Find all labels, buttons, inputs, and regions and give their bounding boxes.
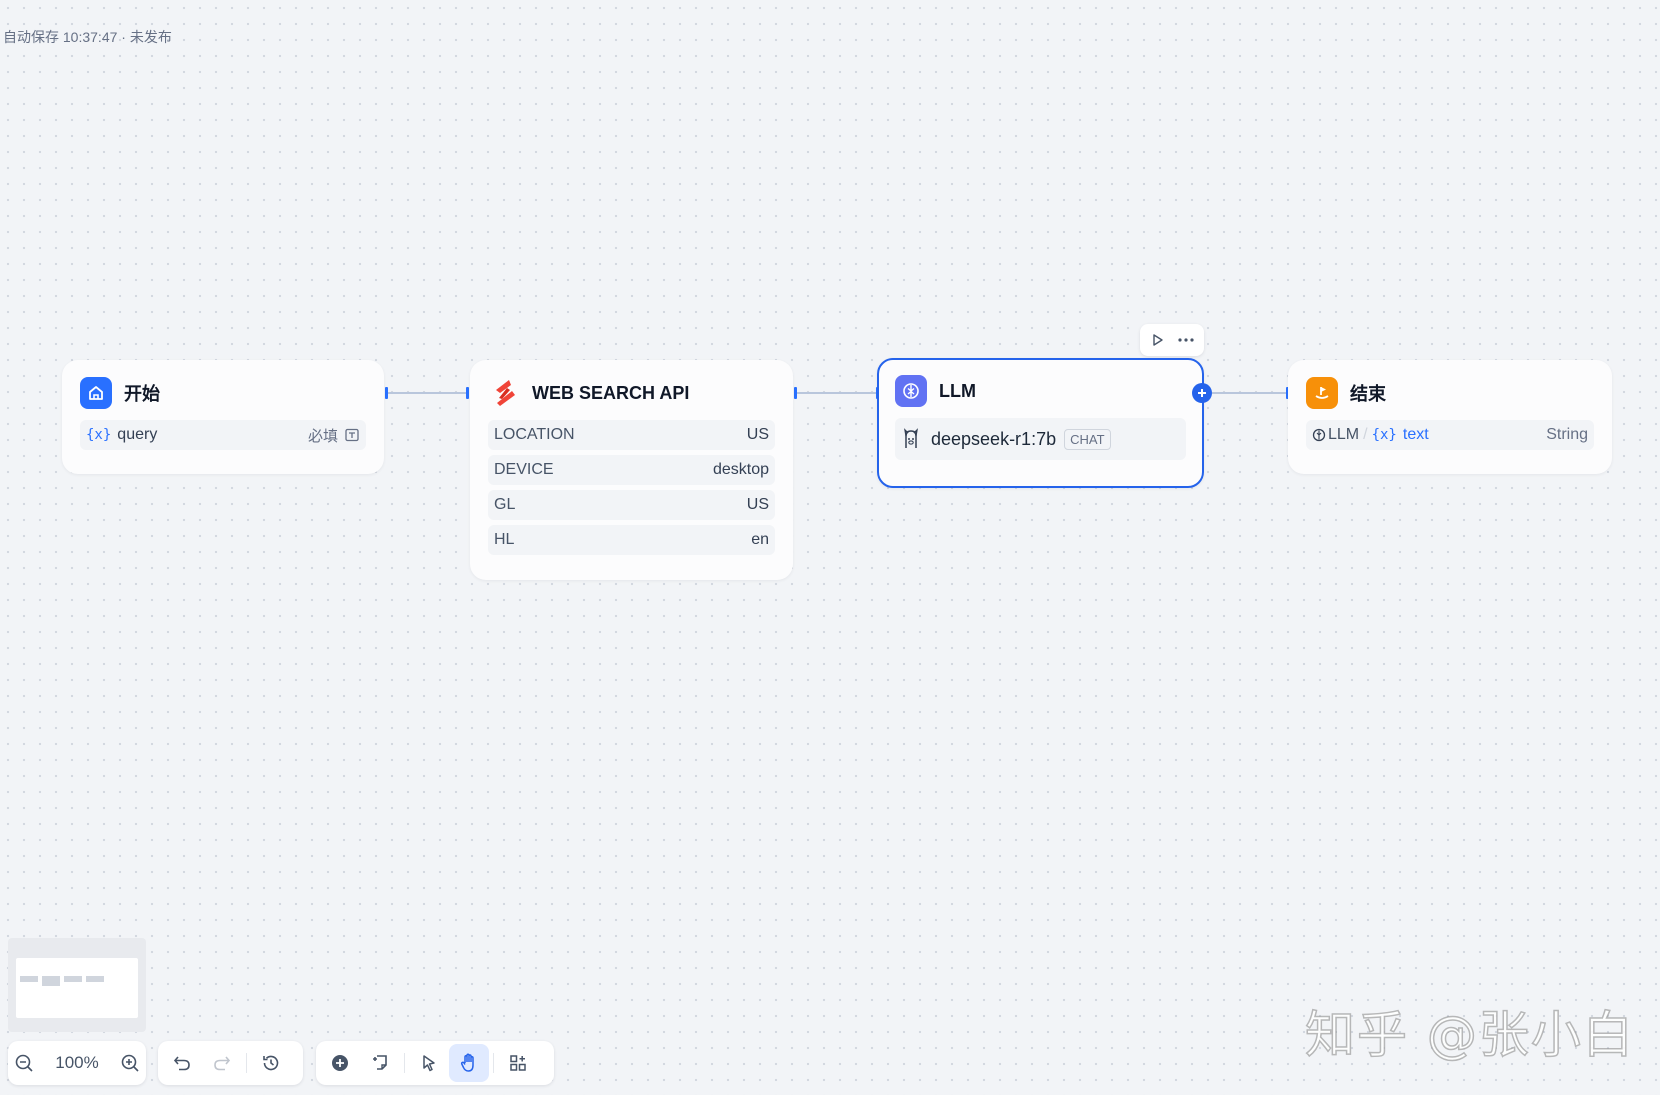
zoom-out-icon	[15, 1054, 33, 1072]
param-key: GL	[494, 496, 516, 513]
node-start[interactable]: 开始 {x} query 必填	[62, 360, 384, 474]
text-input-icon	[345, 428, 359, 442]
output-port-start[interactable]	[385, 387, 388, 399]
redo-button[interactable]	[202, 1044, 242, 1082]
param-row-gl: GL US	[488, 490, 775, 520]
model-mode-badge: CHAT	[1064, 428, 1111, 450]
history-icon	[263, 1055, 279, 1071]
path-separator: /	[1363, 426, 1368, 443]
add-circle-icon	[332, 1055, 348, 1071]
pointer-mode-button[interactable]	[409, 1044, 449, 1082]
add-note-button[interactable]	[360, 1044, 400, 1082]
add-next-node-button[interactable]	[1192, 383, 1212, 403]
redo-icon	[214, 1056, 231, 1071]
minimap-node	[20, 976, 38, 982]
toolbar-divider	[246, 1053, 247, 1073]
node-title: 开始	[124, 384, 160, 404]
edge-websearch-llm	[795, 392, 877, 394]
home-icon	[80, 377, 112, 409]
source-node-name: LLM	[1328, 426, 1360, 443]
zoom-toolbar: 100%	[8, 1041, 146, 1085]
minimap-node	[64, 976, 82, 982]
zoom-in-button[interactable]	[120, 1053, 140, 1073]
add-node-button[interactable]	[320, 1044, 360, 1082]
ollama-icon	[904, 428, 918, 448]
param-row-location: LOCATION US	[488, 420, 775, 450]
variable-name: text	[1402, 426, 1429, 443]
node-end[interactable]: 结束 LLM / {x} text String	[1288, 360, 1612, 474]
param-value: en	[751, 531, 769, 548]
minimap-node	[42, 976, 60, 986]
param-value: desktop	[712, 461, 769, 478]
watermark: 知乎 @张小白	[1304, 1005, 1635, 1065]
llm-small-icon	[1312, 428, 1326, 442]
hand-icon	[460, 1053, 474, 1072]
model-row[interactable]: deepseek-r1:7b CHAT	[895, 418, 1186, 460]
param-value: US	[746, 426, 769, 443]
param-row-hl: HL en	[488, 525, 775, 555]
node-title: 结束	[1350, 384, 1386, 404]
end-flag-icon	[1306, 377, 1338, 409]
more-options-button[interactable]	[1172, 326, 1200, 354]
layout-grid-icon	[510, 1055, 526, 1071]
more-icon	[1178, 338, 1194, 342]
variable-name: query	[117, 426, 158, 443]
node-action-bar	[1140, 324, 1204, 356]
param-value: US	[746, 496, 769, 513]
run-node-button[interactable]	[1144, 326, 1172, 354]
param-key: DEVICE	[494, 461, 554, 478]
minimap-node	[86, 976, 104, 982]
zoom-level[interactable]: 100%	[55, 1053, 98, 1073]
variable-icon: {x}	[1371, 427, 1397, 443]
required-label: 必填	[307, 427, 338, 445]
node-web-search[interactable]: WEB SEARCH API LOCATION US DEVICE desktop …	[470, 360, 793, 580]
minimap[interactable]	[8, 938, 146, 1032]
input-port-websearch[interactable]	[466, 387, 469, 399]
node-llm[interactable]: LLM deepseek-r1:7b CHAT	[877, 358, 1204, 488]
param-key: LOCATION	[494, 426, 575, 443]
param-row-device: DEVICE desktop	[488, 455, 775, 485]
note-icon	[373, 1055, 387, 1070]
output-port-websearch[interactable]	[794, 387, 797, 399]
play-icon	[1153, 334, 1163, 346]
canvas-tools-toolbar	[316, 1041, 554, 1085]
variable-type: String	[1546, 426, 1588, 443]
pointer-icon	[423, 1055, 435, 1072]
autosave-status: 自动保存 10:37:47 · 未发布	[3, 29, 172, 45]
toolbar-divider	[493, 1053, 494, 1073]
llm-brain-icon	[895, 375, 927, 407]
param-key: HL	[494, 531, 515, 548]
edge-start-websearch	[387, 392, 467, 394]
start-variable-row[interactable]: {x} query 必填	[80, 420, 366, 450]
node-title: WEB SEARCH API	[532, 382, 690, 403]
edge-llm-end	[1212, 392, 1289, 394]
zoom-in-icon	[121, 1054, 139, 1072]
hand-mode-button[interactable]	[449, 1044, 489, 1082]
minimap-viewport	[16, 958, 138, 1018]
web-search-logo-icon	[488, 377, 520, 409]
model-name: deepseek-r1:7b	[931, 428, 1057, 449]
undo-icon	[173, 1056, 190, 1071]
plus-icon	[1198, 389, 1206, 397]
variable-icon: {x}	[86, 427, 112, 443]
undo-button[interactable]	[162, 1044, 202, 1082]
history-toolbar	[158, 1041, 303, 1085]
history-button[interactable]	[251, 1044, 291, 1082]
organize-layout-button[interactable]	[498, 1044, 538, 1082]
end-output-row[interactable]: LLM / {x} text String	[1306, 420, 1594, 450]
toolbar-divider	[404, 1053, 405, 1073]
zoom-out-button[interactable]	[14, 1053, 34, 1073]
node-title: LLM	[939, 380, 976, 401]
